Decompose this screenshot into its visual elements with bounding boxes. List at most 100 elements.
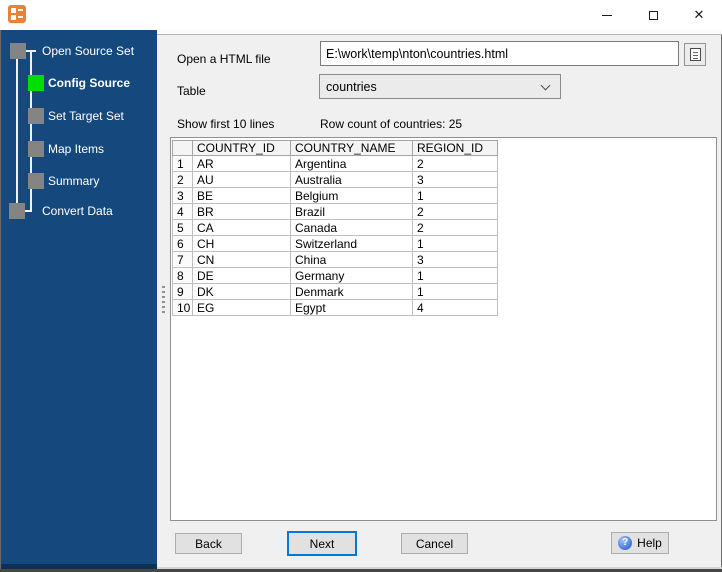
cell-country-id: EG bbox=[192, 299, 291, 316]
cell-region-id: 3 bbox=[412, 251, 498, 268]
table-row[interactable]: 9 DK Denmark 1 bbox=[172, 283, 498, 300]
table-row[interactable]: 5 CA Canada 2 bbox=[172, 219, 498, 236]
panel-top-divider bbox=[157, 30, 722, 35]
table-row[interactable]: 4 BR Brazil 2 bbox=[172, 203, 498, 220]
cell-country-name: Germany bbox=[290, 267, 413, 284]
cell-country-id: BR bbox=[192, 203, 291, 220]
cell-country-name: China bbox=[290, 251, 413, 268]
close-icon: ✕ bbox=[693, 7, 705, 22]
title-bar: ✕ bbox=[0, 0, 722, 30]
column-header-country-name[interactable]: COUNTRY_NAME bbox=[290, 140, 413, 156]
step-marker-convert-data bbox=[9, 203, 25, 219]
table-row[interactable]: 3 BE Belgium 1 bbox=[172, 187, 498, 204]
step-marker-set-target-set bbox=[28, 108, 44, 124]
cell-region-id: 1 bbox=[412, 235, 498, 252]
browse-file-button[interactable] bbox=[684, 43, 706, 66]
back-button[interactable]: Back bbox=[175, 533, 242, 554]
row-number-cell: 7 bbox=[172, 251, 193, 268]
sidebar-step-config-source[interactable]: Config Source bbox=[48, 75, 130, 91]
table-row[interactable]: 7 CN China 3 bbox=[172, 251, 498, 268]
cell-country-name: Canada bbox=[290, 219, 413, 236]
close-button[interactable]: ✕ bbox=[676, 0, 722, 30]
table-row[interactable]: 8 DE Germany 1 bbox=[172, 267, 498, 284]
minimize-icon bbox=[602, 14, 612, 16]
cell-country-name: Egypt bbox=[290, 299, 413, 316]
cell-country-name: Belgium bbox=[290, 187, 413, 204]
cell-country-id: DK bbox=[192, 283, 291, 300]
cell-region-id: 2 bbox=[412, 155, 498, 172]
sidebar-step-set-target-set[interactable]: Set Target Set bbox=[48, 108, 124, 124]
step-marker-open-source-set bbox=[10, 43, 26, 59]
table-row[interactable]: 6 CH Switzerland 1 bbox=[172, 235, 498, 252]
row-number-cell: 8 bbox=[172, 267, 193, 284]
cell-region-id: 2 bbox=[412, 219, 498, 236]
cell-region-id: 1 bbox=[412, 283, 498, 300]
app-window: ✕ Open Source Set Config Source Set Targ… bbox=[0, 0, 722, 572]
cell-country-name: Denmark bbox=[290, 283, 413, 300]
data-preview-grid: COUNTRY_ID COUNTRY_NAME REGION_ID 1 AR A… bbox=[170, 137, 717, 521]
cell-region-id: 4 bbox=[412, 299, 498, 316]
cell-country-id: CA bbox=[192, 219, 291, 236]
step-marker-map-items bbox=[28, 141, 44, 157]
cell-country-name: Argentina bbox=[290, 155, 413, 172]
cell-country-id: BE bbox=[192, 187, 291, 204]
cell-country-id: CN bbox=[192, 251, 291, 268]
maximize-button[interactable] bbox=[630, 0, 676, 30]
row-number-cell: 1 bbox=[172, 155, 193, 172]
row-count-label: Row count of countries: 25 bbox=[320, 117, 463, 131]
file-field-label: Open a HTML file bbox=[177, 52, 271, 66]
cell-region-id: 2 bbox=[412, 203, 498, 220]
cancel-button[interactable]: Cancel bbox=[401, 533, 468, 554]
minimize-button[interactable] bbox=[584, 0, 630, 30]
row-number-cell: 3 bbox=[172, 187, 193, 204]
row-number-header[interactable] bbox=[172, 140, 193, 156]
table-field-label: Table bbox=[177, 84, 206, 98]
cell-region-id: 3 bbox=[412, 171, 498, 188]
row-number-cell: 4 bbox=[172, 203, 193, 220]
app-icon bbox=[8, 5, 26, 23]
sidebar-step-summary[interactable]: Summary bbox=[48, 173, 99, 189]
table-header-row: COUNTRY_ID COUNTRY_NAME REGION_ID bbox=[172, 140, 498, 156]
help-button-label: Help bbox=[637, 536, 662, 550]
cell-country-name: Australia bbox=[290, 171, 413, 188]
document-icon bbox=[689, 48, 701, 61]
row-number-cell: 2 bbox=[172, 171, 193, 188]
table-row[interactable]: 1 AR Argentina 2 bbox=[172, 155, 498, 172]
column-header-region-id[interactable]: REGION_ID bbox=[412, 140, 498, 156]
sidebar-step-open-source-set[interactable]: Open Source Set bbox=[42, 43, 134, 59]
table-row[interactable]: 10 EG Egypt 4 bbox=[172, 299, 498, 316]
row-number-cell: 10 bbox=[172, 299, 193, 316]
table-select[interactable]: countries bbox=[319, 74, 561, 99]
preview-table: COUNTRY_ID COUNTRY_NAME REGION_ID 1 AR A… bbox=[172, 140, 498, 316]
maximize-icon bbox=[648, 10, 658, 20]
row-number-cell: 6 bbox=[172, 235, 193, 252]
row-number-cell: 9 bbox=[172, 283, 193, 300]
sidebar-step-map-items[interactable]: Map Items bbox=[48, 141, 104, 157]
cell-country-name: Switzerland bbox=[290, 235, 413, 252]
cell-region-id: 1 bbox=[412, 187, 498, 204]
step-connector-line bbox=[16, 59, 18, 203]
table-select-value: countries bbox=[326, 79, 377, 94]
cell-country-id: AR bbox=[192, 155, 291, 172]
file-path-input[interactable] bbox=[320, 41, 679, 66]
step-connector-line bbox=[25, 210, 32, 212]
splitter-grip[interactable] bbox=[162, 286, 165, 316]
step-marker-config-source-active bbox=[28, 75, 44, 91]
next-button[interactable]: Next bbox=[287, 531, 357, 556]
cell-region-id: 1 bbox=[412, 267, 498, 284]
step-marker-summary bbox=[28, 173, 44, 189]
cell-country-id: CH bbox=[192, 235, 291, 252]
show-lines-label: Show first 10 lines bbox=[177, 117, 275, 131]
help-button[interactable]: ? Help bbox=[611, 532, 669, 554]
sidebar-step-convert-data[interactable]: Convert Data bbox=[42, 203, 113, 219]
cell-country-name: Brazil bbox=[290, 203, 413, 220]
row-number-cell: 5 bbox=[172, 219, 193, 236]
wizard-steps-sidebar: Open Source Set Config Source Set Target… bbox=[1, 30, 157, 564]
cell-country-id: DE bbox=[192, 267, 291, 284]
cell-country-id: AU bbox=[192, 171, 291, 188]
column-header-country-id[interactable]: COUNTRY_ID bbox=[192, 140, 291, 156]
table-row[interactable]: 2 AU Australia 3 bbox=[172, 171, 498, 188]
step-connector-line bbox=[26, 50, 36, 52]
help-icon: ? bbox=[618, 536, 633, 550]
chevron-down-icon bbox=[540, 80, 551, 91]
